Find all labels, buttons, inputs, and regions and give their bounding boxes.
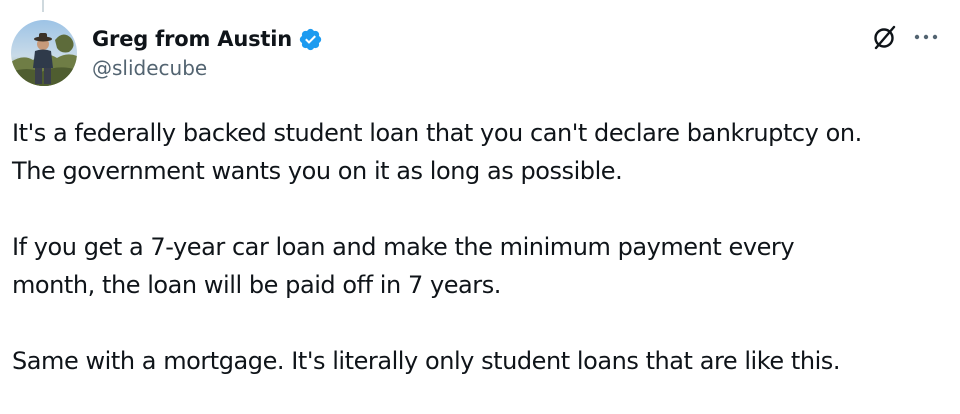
author-display-name[interactable]: Greg from Austin (92, 27, 292, 51)
tweet-paragraph: Same with a mortgage. It's literally onl… (12, 342, 952, 380)
tweet-line: The government wants you on it as long a… (12, 157, 623, 185)
tweet-paragraph: It's a federally backed student loan tha… (12, 114, 952, 190)
tweet-paragraph: If you get a 7-year car loan and make th… (12, 228, 952, 304)
tweet-text: It's a federally backed student loan tha… (12, 114, 952, 380)
tweet-line: It's a federally backed student loan tha… (12, 119, 862, 147)
tweet-line: If you get a 7-year car loan and make th… (12, 233, 795, 261)
profile-photo-icon (11, 20, 77, 86)
verified-badge-icon (298, 27, 323, 52)
author-block: Greg from Austin @slidecube (92, 24, 323, 80)
author-name-row: Greg from Austin (92, 24, 323, 54)
tweet-line: month, the loan will be paid off in 7 ye… (12, 271, 501, 299)
thread-connector-line (42, 0, 44, 12)
more-horizontal-icon[interactable] (912, 23, 940, 51)
tweet-line: Same with a mortgage. It's literally onl… (12, 347, 841, 375)
slashed-circle-icon[interactable] (870, 22, 900, 52)
author-handle[interactable]: @slidecube (92, 56, 323, 80)
tweet-top-actions (870, 22, 940, 52)
avatar[interactable] (11, 20, 77, 86)
